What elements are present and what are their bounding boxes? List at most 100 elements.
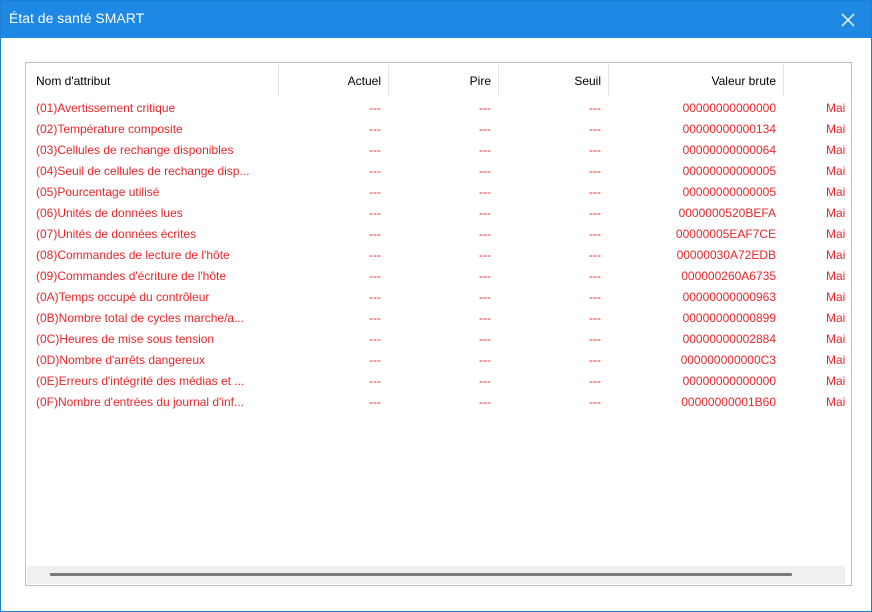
table-row[interactable]: (08)Commandes de lecture de l'hôte --- -… xyxy=(26,245,851,266)
threshold-cell: --- xyxy=(589,269,601,283)
extra-column-cell: Mai xyxy=(826,332,846,346)
column-header-worst[interactable]: Pire xyxy=(389,63,491,98)
horizontal-scrollbar[interactable] xyxy=(27,566,845,584)
worst-cell: --- xyxy=(479,248,491,262)
dialog-body: Nom d'attribut Actuel Pire Seuil Valeur … xyxy=(1,38,871,611)
table-row[interactable]: (05)Pourcentage utilisé --- --- --- 0000… xyxy=(26,182,851,203)
attribute-name-cell: (0A)Temps occupé du contrôleur xyxy=(36,290,210,304)
raw-value-cell: 00000000000000 xyxy=(682,374,776,388)
table-row[interactable]: (0A)Temps occupé du contrôleur --- --- -… xyxy=(26,287,851,308)
current-cell: --- xyxy=(369,290,381,304)
threshold-cell: --- xyxy=(589,227,601,241)
extra-column-cell: Mai xyxy=(826,311,846,325)
extra-column-cell: Mai xyxy=(826,143,846,157)
extra-column-cell: Mai xyxy=(826,353,846,367)
current-cell: --- xyxy=(369,248,381,262)
raw-value-cell: 00000000000963 xyxy=(682,290,776,304)
attribute-name-cell: (06)Unités de données lues xyxy=(36,206,183,220)
extra-column-cell: Mai xyxy=(826,227,846,241)
threshold-cell: --- xyxy=(589,101,601,115)
raw-value-cell: 000000000000C3 xyxy=(680,353,776,367)
table-row[interactable]: (0C)Heures de mise sous tension --- --- … xyxy=(26,329,851,350)
worst-cell: --- xyxy=(479,374,491,388)
horizontal-scrollbar-thumb[interactable] xyxy=(50,573,792,576)
raw-value-cell: 00000000000005 xyxy=(682,185,776,199)
table-row[interactable]: (03)Cellules de rechange disponibles ---… xyxy=(26,140,851,161)
attribute-name-cell: (0E)Erreurs d'intégrité des médias et ..… xyxy=(36,374,245,388)
extra-column-cell: Mai xyxy=(826,122,846,136)
threshold-cell: --- xyxy=(589,290,601,304)
column-header-raw-value[interactable]: Valeur brute xyxy=(609,63,776,98)
attribute-name-cell: (0F)Nombre d'entrées du journal d'inf... xyxy=(36,395,245,409)
table-row[interactable]: (07)Unités de données écrites --- --- --… xyxy=(26,224,851,245)
worst-cell: --- xyxy=(479,269,491,283)
raw-value-cell: 0000000520BEFA xyxy=(678,206,776,220)
smart-status-dialog: État de santé SMART Nom d'attribut Actue… xyxy=(0,0,872,612)
worst-cell: --- xyxy=(479,122,491,136)
threshold-cell: --- xyxy=(589,395,601,409)
table-row[interactable]: (04)Seuil de cellules de rechange disp..… xyxy=(26,161,851,182)
close-button[interactable] xyxy=(825,1,871,38)
column-header-attribute-name[interactable]: Nom d'attribut xyxy=(36,63,276,98)
table-row[interactable]: (01)Avertissement critique --- --- --- 0… xyxy=(26,98,851,119)
attribute-name-cell: (09)Commandes d'écriture de l'hôte xyxy=(36,269,227,283)
worst-cell: --- xyxy=(479,290,491,304)
extra-column-cell: Mai xyxy=(826,290,846,304)
current-cell: --- xyxy=(369,143,381,157)
worst-cell: --- xyxy=(479,311,491,325)
table-row[interactable]: (09)Commandes d'écriture de l'hôte --- -… xyxy=(26,266,851,287)
threshold-cell: --- xyxy=(589,206,601,220)
raw-value-cell: 00000000000134 xyxy=(682,122,776,136)
raw-value-cell: 00000005EAF7CE xyxy=(675,227,776,241)
table-row[interactable]: (02)Température composite --- --- --- 00… xyxy=(26,119,851,140)
table-row[interactable]: (0B)Nombre total de cycles marche/a... -… xyxy=(26,308,851,329)
attribute-name-cell: (0C)Heures de mise sous tension xyxy=(36,332,215,346)
table-row[interactable]: (0D)Nombre d'arrêts dangereux --- --- --… xyxy=(26,350,851,371)
window-title: État de santé SMART xyxy=(9,10,145,26)
raw-value-cell: 00000000000064 xyxy=(682,143,776,157)
smart-attributes-table[interactable]: Nom d'attribut Actuel Pire Seuil Valeur … xyxy=(25,62,852,586)
column-divider[interactable] xyxy=(783,65,784,96)
raw-value-cell: 00000000001B60 xyxy=(681,395,776,409)
attribute-name-cell: (04)Seuil de cellules de rechange disp..… xyxy=(36,164,250,178)
column-header-threshold[interactable]: Seuil xyxy=(499,63,601,98)
close-icon xyxy=(841,13,855,26)
extra-column-cell: Mai xyxy=(826,185,846,199)
attribute-name-cell: (0D)Nombre d'arrêts dangereux xyxy=(36,353,206,367)
worst-cell: --- xyxy=(479,185,491,199)
title-bar[interactable]: État de santé SMART xyxy=(1,1,871,38)
attribute-name-cell: (05)Pourcentage utilisé xyxy=(36,185,160,199)
threshold-cell: --- xyxy=(589,122,601,136)
worst-cell: --- xyxy=(479,395,491,409)
current-cell: --- xyxy=(369,185,381,199)
threshold-cell: --- xyxy=(589,164,601,178)
extra-column-cell: Mai xyxy=(826,206,846,220)
worst-cell: --- xyxy=(479,353,491,367)
worst-cell: --- xyxy=(479,101,491,115)
raw-value-cell: 00000000002884 xyxy=(682,332,776,346)
current-cell: --- xyxy=(369,269,381,283)
raw-value-cell: 000000260A6735 xyxy=(681,269,776,283)
threshold-cell: --- xyxy=(589,332,601,346)
threshold-cell: --- xyxy=(589,311,601,325)
column-header-current[interactable]: Actuel xyxy=(279,63,381,98)
table-row[interactable]: (0E)Erreurs d'intégrité des médias et ..… xyxy=(26,371,851,392)
raw-value-cell: 00000000000005 xyxy=(682,164,776,178)
current-cell: --- xyxy=(369,332,381,346)
extra-column-cell: Mai xyxy=(826,248,846,262)
table-header: Nom d'attribut Actuel Pire Seuil Valeur … xyxy=(26,63,851,98)
current-cell: --- xyxy=(369,206,381,220)
table-row[interactable]: (0F)Nombre d'entrées du journal d'inf...… xyxy=(26,392,851,413)
raw-value-cell: 00000000000899 xyxy=(682,311,776,325)
threshold-cell: --- xyxy=(589,185,601,199)
threshold-cell: --- xyxy=(589,374,601,388)
worst-cell: --- xyxy=(479,332,491,346)
raw-value-cell: 00000000000000 xyxy=(682,101,776,115)
threshold-cell: --- xyxy=(589,248,601,262)
worst-cell: --- xyxy=(479,206,491,220)
current-cell: --- xyxy=(369,122,381,136)
table-row[interactable]: (06)Unités de données lues --- --- --- 0… xyxy=(26,203,851,224)
extra-column-cell: Mai xyxy=(826,374,846,388)
attribute-name-cell: (07)Unités de données écrites xyxy=(36,227,197,241)
current-cell: --- xyxy=(369,311,381,325)
